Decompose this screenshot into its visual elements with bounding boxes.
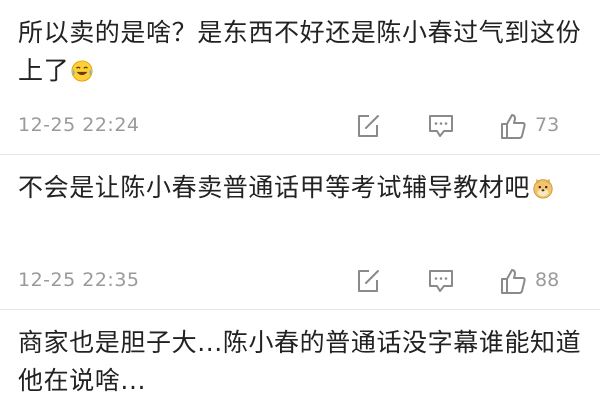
repost-button[interactable] bbox=[353, 111, 383, 141]
like-button[interactable] bbox=[498, 111, 528, 141]
comment-meta: 12-25 22:35 88 bbox=[18, 266, 583, 296]
reply-button[interactable] bbox=[426, 111, 456, 141]
like-count: 88 bbox=[535, 269, 560, 291]
comment-item: 商家也是胆子大...陈小春的普通话没字幕谁能知道他在说啥... bbox=[0, 310, 600, 413]
comment-icon bbox=[429, 115, 453, 137]
comment-body: 不会是让陈小春卖普通话甲等考试辅导教材吧 bbox=[18, 173, 531, 202]
comment-text: 不会是让陈小春卖普通话甲等考试辅导教材吧 bbox=[18, 169, 583, 207]
laughing-crying-emoji-icon bbox=[71, 60, 93, 82]
reply-button[interactable] bbox=[426, 266, 456, 296]
share-icon bbox=[358, 115, 379, 137]
repost-button[interactable] bbox=[353, 266, 383, 296]
share-icon bbox=[358, 270, 379, 292]
comment-item: 所以卖的是啥？是东西不好还是陈小春过气到这份上了 12-25 22:24 73 bbox=[0, 0, 600, 155]
comment-item: 不会是让陈小春卖普通话甲等考试辅导教材吧 12-25 22:35 88 bbox=[0, 155, 600, 310]
timestamp: 12-25 22:35 bbox=[18, 269, 140, 291]
comment-meta: 12-25 22:24 73 bbox=[18, 111, 583, 141]
comment-text: 所以卖的是啥？是东西不好还是陈小春过气到这份上了 bbox=[18, 14, 583, 90]
doge-emoji-icon bbox=[533, 178, 553, 199]
thumbs-up-icon bbox=[501, 269, 526, 294]
timestamp: 12-25 22:24 bbox=[18, 114, 140, 136]
comment-text: 商家也是胆子大...陈小春的普通话没字幕谁能知道他在说啥... bbox=[18, 324, 583, 400]
comment-body: 商家也是胆子大...陈小春的普通话没字幕谁能知道他在说啥... bbox=[18, 328, 582, 395]
like-button[interactable] bbox=[498, 266, 528, 296]
comment-icon bbox=[429, 270, 453, 292]
comment-body: 所以卖的是啥？是东西不好还是陈小春过气到这份上了 bbox=[18, 18, 582, 85]
like-count: 73 bbox=[535, 114, 560, 136]
thumbs-up-icon bbox=[501, 114, 526, 139]
